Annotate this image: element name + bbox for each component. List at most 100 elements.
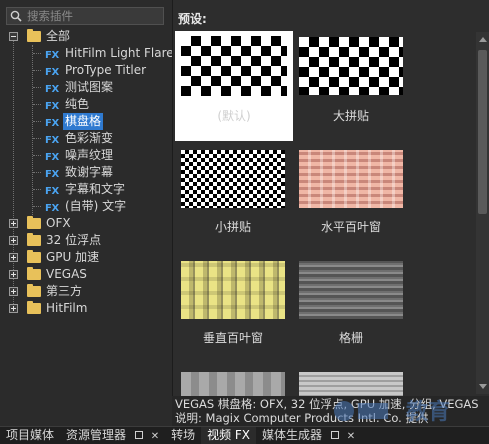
preset-thumbnail (299, 261, 403, 319)
tab-media-generators[interactable]: 媒体生成器 ✕ (256, 427, 361, 444)
expand-icon[interactable] (9, 236, 18, 245)
preset-label: 大拼贴 (332, 109, 369, 123)
preset-grate[interactable]: 格栅 (299, 261, 403, 361)
tree-folder-32bit-float[interactable]: 32 位浮点 (0, 232, 172, 249)
tree-item-label: 噪声纹理 (65, 148, 114, 162)
preset-partial[interactable] (299, 372, 403, 396)
tab-video-fx[interactable]: 视频 FX (201, 426, 257, 444)
tree-folder-third-party[interactable]: 第三方 (0, 283, 172, 300)
tree-item-label: 色彩渐变 (65, 131, 114, 145)
tree-connector (33, 87, 41, 88)
presets-scrollbar[interactable] (476, 32, 489, 394)
tab-label: 资源管理器 (66, 427, 127, 442)
tree-folder-vegas[interactable]: VEGAS (0, 266, 172, 283)
preset-thumbnail (181, 36, 287, 96)
tree-item-label: HitFilm (46, 301, 88, 315)
tree-item-label: 32 位浮点 (46, 233, 102, 247)
close-icon[interactable]: ✕ (347, 428, 355, 444)
tree-item-label: 测试图案 (65, 80, 114, 94)
folder-icon (27, 301, 41, 314)
preset-horizontal-blinds[interactable]: 水平百叶窗 (299, 150, 403, 250)
preset-partial[interactable] (181, 372, 285, 396)
tree-folder-all[interactable]: 全部 (0, 28, 172, 45)
tree-item-legacy-text[interactable]: FX (自带) 文字 (0, 198, 172, 215)
preset-small-tiles[interactable]: 小拼贴 (181, 150, 285, 250)
tab-transitions[interactable]: 转场 (165, 427, 201, 444)
tree-item-protype-titler[interactable]: FX ProType Titler (0, 62, 172, 79)
presets-pane: 预设: (默认) 大拼贴 小拼贴 水平百叶窗 垂直百叶窗 格栅 (172, 0, 489, 396)
folder-icon (27, 29, 41, 42)
plugin-tree-pane: 搜索插件 全部 FX HitFilm Light Flares FX ProTy… (0, 0, 180, 396)
tree-connector (33, 172, 41, 173)
tree-item-label: 字幕和文字 (65, 182, 126, 196)
presets-title: 预设: (178, 12, 207, 26)
folder-icon (27, 250, 41, 263)
tree-item-label: VEGAS (46, 267, 87, 281)
folder-icon (27, 216, 41, 229)
tree-item-color-gradient[interactable]: FX 色彩渐变 (0, 130, 172, 147)
plugin-info-line: VEGAS 棋盘格: OFX, 32 位浮点, GPU 加速, 分组, VEGA… (175, 397, 479, 411)
preset-thumbnail (181, 372, 285, 396)
scrollbar-thumb[interactable] (478, 50, 487, 214)
expand-icon[interactable] (9, 270, 18, 279)
bottom-tab-bar: 项目媒体 资源管理器 ✕ 转场 视频 FX 媒体生成器 ✕ (0, 426, 489, 444)
tree-connector (33, 70, 41, 71)
plugin-credit-line: 说明: Magix Computer Products Intl. Co. 提供 (175, 411, 429, 425)
tree-item-titles-and-text[interactable]: FX 字幕和文字 (0, 181, 172, 198)
preset-label: 垂直百叶窗 (202, 331, 263, 345)
tree-connector (33, 104, 41, 105)
tree-item-solid-color[interactable]: FX 纯色 (0, 96, 172, 113)
tree-connector (33, 206, 41, 207)
tree-item-noise-texture[interactable]: FX 噪声纹理 (0, 147, 172, 164)
expand-icon[interactable] (9, 219, 18, 228)
preset-thumbnail (299, 37, 403, 95)
tree-folder-ofx[interactable]: OFX (0, 215, 172, 232)
search-box[interactable]: 搜索插件 (6, 7, 164, 25)
preset-default[interactable]: (默认) (175, 31, 293, 141)
window-icon[interactable] (134, 430, 143, 439)
tree-item-label: OFX (46, 216, 71, 230)
tree-connector (33, 155, 41, 156)
plugin-description: VEGAS 棋盘格: OFX, 32 位浮点, GPU 加速, 分组, VEGA… (172, 396, 489, 426)
window-icon[interactable] (330, 430, 339, 439)
preset-thumbnail (299, 372, 403, 396)
preset-large-tiles[interactable]: 大拼贴 (299, 37, 403, 137)
tab-label: 视频 FX (207, 427, 251, 442)
collapse-icon[interactable] (9, 32, 18, 41)
tree-folder-hitfilm[interactable]: HitFilm (0, 300, 172, 317)
tree-connector (33, 138, 41, 139)
tree-item-credit-roll[interactable]: FX 致谢字幕 (0, 164, 172, 181)
search-input[interactable]: 搜索插件 (27, 8, 73, 24)
preset-label: (默认) (217, 109, 251, 123)
preset-label: 水平百叶窗 (320, 220, 381, 234)
folder-icon (27, 233, 41, 246)
tab-label: 项目媒体 (6, 427, 55, 442)
tree-item-label: 全部 (46, 29, 71, 43)
tree-item-hitfilm-light-flares[interactable]: FX HitFilm Light Flares (0, 45, 180, 62)
close-icon[interactable]: ✕ (151, 428, 159, 444)
preset-thumbnail (181, 261, 285, 319)
tree-item-checkerboard[interactable]: FX 棋盘格 (0, 113, 172, 130)
expand-icon[interactable] (9, 287, 18, 296)
tab-label: 转场 (171, 427, 196, 442)
scroll-down-icon[interactable] (479, 384, 487, 389)
tree-folder-gpu[interactable]: GPU 加速 (0, 249, 172, 266)
scroll-up-icon[interactable] (479, 37, 487, 42)
expand-icon[interactable] (9, 304, 18, 313)
preset-label: 格栅 (338, 331, 363, 345)
expand-icon[interactable] (9, 253, 18, 262)
tree-connector (33, 189, 41, 190)
preset-vertical-blinds[interactable]: 垂直百叶窗 (181, 261, 285, 361)
tab-explorer[interactable]: 资源管理器 ✕ (60, 427, 165, 444)
tab-label: 媒体生成器 (262, 427, 323, 442)
tree-item-label: 棋盘格 (63, 113, 104, 130)
folder-icon (27, 284, 41, 297)
search-icon (10, 10, 22, 22)
tree-connector (33, 53, 41, 54)
tree-item-label: GPU 加速 (46, 250, 100, 264)
tree-item-label: ProType Titler (65, 63, 147, 77)
tree-item-test-pattern[interactable]: FX 测试图案 (0, 79, 172, 96)
preset-label: 小拼贴 (214, 220, 251, 234)
tab-project-media[interactable]: 项目媒体 (0, 427, 60, 444)
preset-thumbnail (299, 150, 403, 208)
